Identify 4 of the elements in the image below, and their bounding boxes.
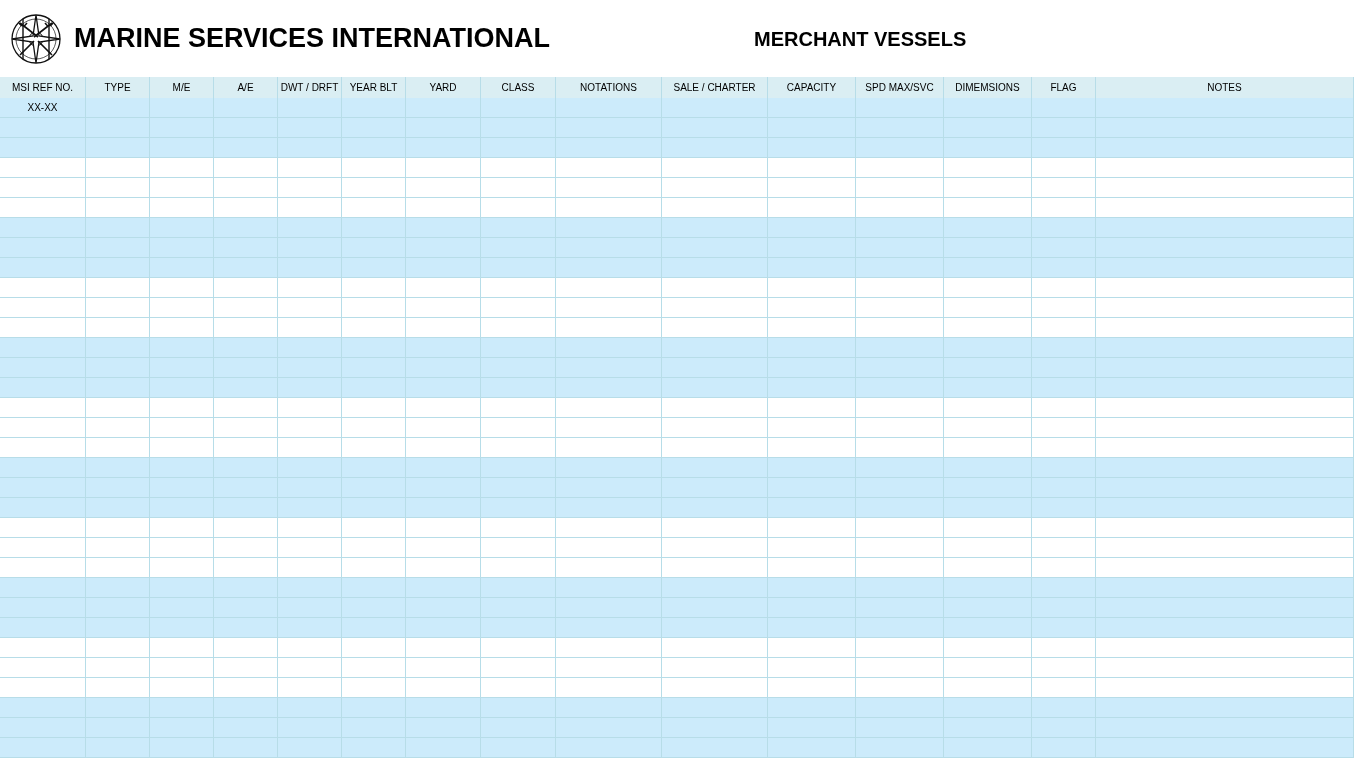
table-cell: XX-XX (0, 98, 86, 117)
company-title: MARINE SERVICES INTERNATIONAL (74, 22, 552, 56)
compass-logo-icon (10, 12, 62, 65)
sheet-title: MERCHANT VESSELS (754, 26, 967, 52)
